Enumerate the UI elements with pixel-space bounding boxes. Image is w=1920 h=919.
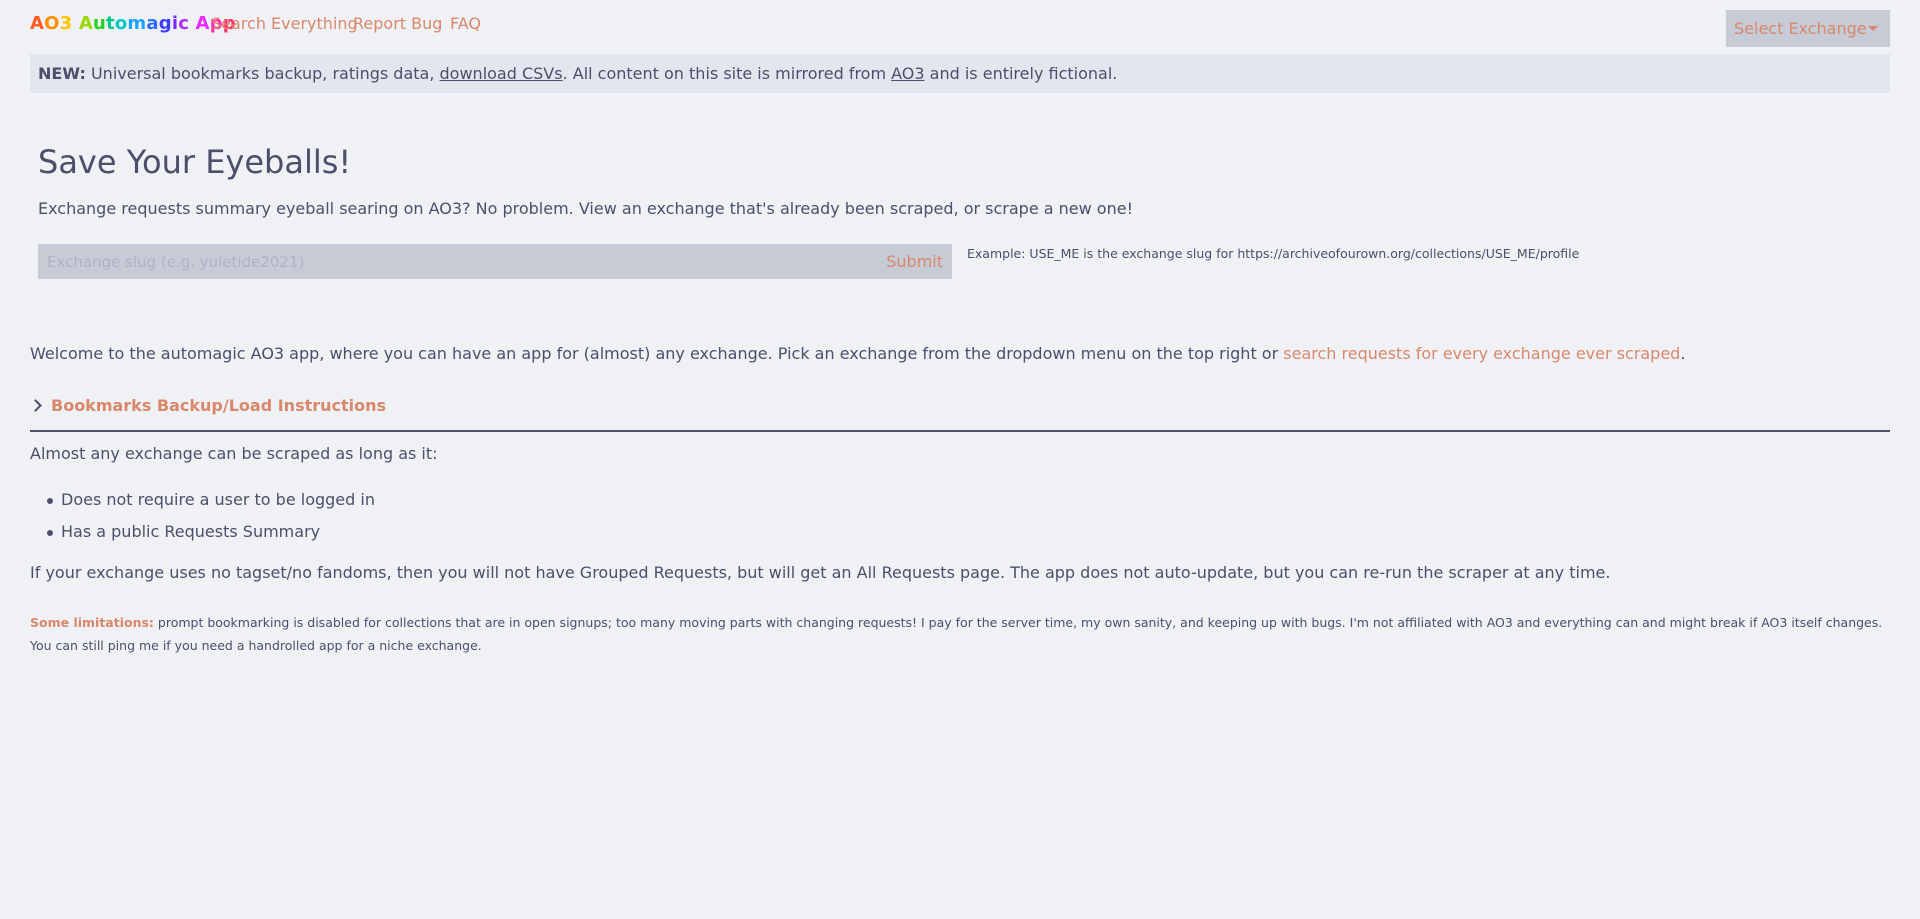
exchange-slug-form: Submit [38,244,952,279]
caret-down-icon [1868,26,1878,31]
select-exchange-dropdown[interactable]: Select Exchange [1726,10,1890,47]
bookmarks-instructions-toggle[interactable]: Bookmarks Backup/Load Instructions [29,396,387,415]
brand-letter: 3 [59,13,73,34]
nav-faq[interactable]: FAQ [450,14,481,33]
scrape-criteria-list: Does not require a user to be logged in … [30,490,375,554]
bookmarks-instructions-label: Bookmarks Backup/Load Instructions [51,396,387,415]
brand-logo[interactable]: AO3 Automagic App [30,13,236,34]
brand-letter: O [44,13,60,34]
notice-text-2: . All content on this site is mirrored f… [562,64,892,83]
brand-letter: A [30,13,45,34]
brand-letter: o [114,13,128,34]
navbar: AO3 Automagic App Search Everything Repo… [30,0,1890,52]
submit-button[interactable]: Submit [886,252,943,271]
slug-example-hint: Example: USE_ME is the exchange slug for… [967,246,1580,261]
select-exchange-label: Select Exchange [1734,19,1867,38]
hero-description: Exchange requests summary eyeball searin… [38,199,1133,218]
ao3-link[interactable]: AO3 [891,64,924,83]
limitations-text: prompt bookmarking is disabled for colle… [30,615,1883,653]
exchange-slug-input[interactable] [38,244,868,279]
nav-report-bug[interactable]: Report Bug [353,14,442,33]
brand-letter: A [195,13,210,34]
brand-letter: m [127,13,147,34]
brand-letter: a [146,13,159,34]
notice-label: NEW: [38,64,86,83]
search-all-exchanges-link[interactable]: search requests for every exchange ever … [1283,344,1680,363]
tagset-note: If your exchange uses no tagset/no fando… [30,563,1611,582]
list-item: Does not require a user to be logged in [30,490,375,522]
welcome-body: Welcome to the automagic AO3 app, where … [30,344,1284,363]
notice-text-1: Universal bookmarks backup, ratings data… [85,64,440,83]
brand-letter: u [93,13,107,34]
welcome-text: Welcome to the automagic AO3 app, where … [30,344,1685,363]
brand-letter: c [178,13,190,34]
brand-letter: t [106,13,115,34]
download-csvs-link[interactable]: download CSVs [440,64,563,83]
scrape-intro: Almost any exchange can be scraped as lo… [30,444,438,463]
limitations-note: Some limitations: prompt bookmarking is … [30,611,1890,657]
notice-text-3: and is entirely fictional. [924,64,1118,83]
chevron-right-icon [29,399,42,412]
brand-letter: g [158,13,172,34]
announcement-banner: NEW: Universal bookmarks backup, ratings… [30,54,1890,93]
welcome-end: . [1680,344,1686,363]
limitations-label: Some limitations: [30,615,154,630]
divider [30,430,1890,432]
nav-search-everything[interactable]: Search Everything [211,14,358,33]
page-title: Save Your Eyeballs! [38,143,352,181]
list-item: Has a public Requests Summary [30,522,375,554]
brand-letter: A [78,13,93,34]
page: AO3 Automagic App Search Everything Repo… [0,0,1920,919]
